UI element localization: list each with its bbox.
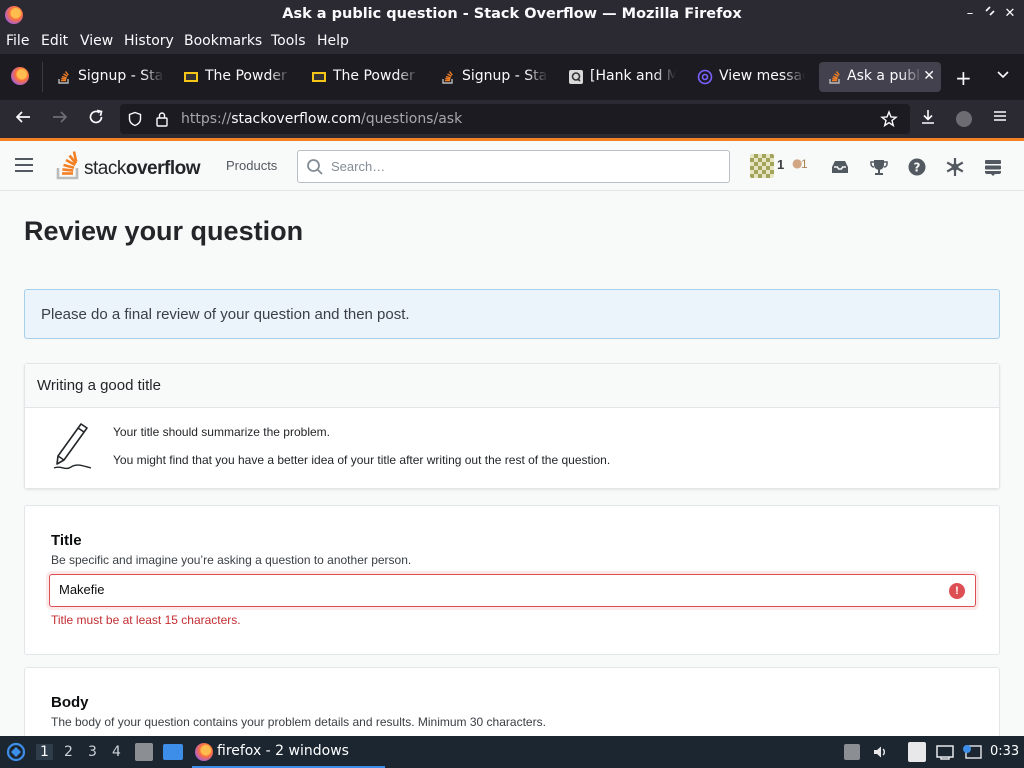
taskbar: 1 2 3 4 firefox - 2 windows 0:33 [0, 736, 1024, 768]
restore-icon[interactable] [981, 5, 999, 23]
stackoverflow-logo-icon [56, 151, 79, 180]
file-manager-icon[interactable] [135, 743, 153, 761]
minimize-icon[interactable]: – [961, 5, 979, 23]
volume-icon[interactable] [872, 744, 888, 760]
network-icon[interactable] [936, 744, 954, 760]
tab-bar: Signup - Stac The Powder T The Powder T … [0, 54, 1024, 100]
title-tip-card: Writing a good title Your title should s… [24, 363, 1000, 489]
firefox-task[interactable]: firefox - 2 windows [192, 736, 385, 768]
tip-header: Writing a good title [25, 364, 999, 408]
pencil-icon [53, 423, 92, 470]
menu-edit[interactable]: Edit [41, 33, 68, 49]
error-alert-icon: ! [949, 583, 965, 599]
desktop-icon[interactable] [163, 744, 183, 760]
shield-icon[interactable] [127, 111, 143, 127]
stackoverflow-icon [58, 71, 69, 84]
search-input[interactable]: Search… [297, 150, 730, 183]
page-content: Review your question Please do a final r… [0, 191, 1024, 736]
clipboard-icon[interactable] [908, 742, 926, 762]
stackoverflow-icon [829, 71, 840, 84]
close-tab-icon[interactable]: ✕ [923, 68, 935, 84]
body-section: Body The body of your question contains … [24, 667, 1000, 736]
reputation-count: 1 [777, 157, 785, 172]
page-title: Review your question [24, 216, 304, 246]
q-icon [569, 70, 583, 84]
title-description: Be specific and imagine you’re asking a … [51, 553, 412, 567]
tab-hank[interactable]: [Hank and M [568, 62, 676, 92]
firefox-view-icon[interactable] [11, 67, 29, 85]
back-icon[interactable] [12, 108, 34, 130]
body-description: The body of your question contains your … [51, 715, 546, 729]
tip-line-2: You might find that you have a better id… [113, 453, 611, 467]
menu-tools[interactable]: Tools [271, 33, 306, 49]
bronze-badge-count: 1 [801, 157, 808, 171]
so-header: stackoverflow Products Search… 1 ● 1 ? [0, 141, 1024, 191]
reload-icon[interactable] [85, 108, 107, 130]
at-icon [697, 69, 713, 85]
notification-icon[interactable] [962, 744, 982, 760]
search-icon [307, 159, 323, 175]
community-icon[interactable] [945, 157, 965, 177]
window-title: Ask a public question - Stack Overflow —… [282, 6, 742, 22]
forward-icon[interactable] [49, 108, 71, 130]
help-icon[interactable]: ? [907, 157, 927, 177]
tab-signup-2[interactable]: Signup - Stac [440, 62, 548, 92]
start-menu-icon[interactable] [6, 742, 26, 762]
tab-powder-1[interactable]: The Powder T [183, 62, 291, 92]
downloads-icon[interactable] [917, 108, 939, 130]
stackoverflow-icon [442, 71, 453, 84]
tab-signup-1[interactable]: Signup - Stac [56, 62, 164, 92]
lock-icon[interactable] [155, 111, 169, 127]
title-section: Title Be specific and imagine you’re ask… [24, 505, 1000, 655]
hamburger-menu-icon[interactable] [15, 158, 33, 172]
title-input-field[interactable] [59, 582, 919, 597]
avatar[interactable] [750, 154, 774, 178]
tip-line-1: Your title should summarize the problem. [113, 425, 330, 439]
achievements-icon[interactable] [869, 157, 889, 177]
list-all-tabs-icon[interactable] [996, 68, 1010, 86]
tip-heading: Writing a good title [37, 377, 161, 394]
menu-bar: File Edit View History Bookmarks Tools H… [0, 30, 1024, 54]
products-link[interactable]: Products [226, 158, 277, 173]
title-label: Title [51, 532, 82, 549]
window-titlebar: Ask a public question - Stack Overflow —… [0, 0, 1024, 30]
film-icon [184, 72, 198, 82]
clock: 0:33 [990, 744, 1020, 759]
title-error-message: Title must be at least 15 characters. [51, 613, 241, 627]
workspace-4[interactable]: 4 [112, 744, 121, 760]
menu-history[interactable]: History [124, 33, 174, 49]
review-notice-text: Please do a final review of your questio… [41, 306, 410, 323]
url-bar[interactable]: https://stackoverflow.com/questions/ask [120, 104, 910, 134]
tab-view-messages[interactable]: View messag [697, 62, 805, 92]
menu-file[interactable]: File [6, 33, 29, 49]
menu-help[interactable]: Help [317, 33, 349, 49]
url-text: https://stackoverflow.com/questions/ask [181, 111, 463, 127]
tab-powder-2[interactable]: The Powder T [311, 62, 419, 92]
new-tab-icon[interactable]: + [955, 66, 972, 90]
updates-icon[interactable] [844, 744, 860, 760]
workspace-2[interactable]: 2 [64, 744, 73, 760]
title-input[interactable]: ! [49, 574, 976, 607]
extension-icon[interactable] [953, 108, 975, 130]
workspace-3[interactable]: 3 [88, 744, 97, 760]
film-icon [312, 72, 326, 82]
site-switcher-icon[interactable] [983, 157, 1003, 177]
tab-divider [42, 62, 43, 92]
firefox-icon [195, 743, 213, 761]
app-menu-icon[interactable] [989, 108, 1011, 130]
svg-text:?: ? [914, 161, 921, 175]
close-window-icon[interactable]: ✕ [1001, 5, 1019, 23]
bookmark-star-icon[interactable] [880, 110, 898, 128]
review-notice: Please do a final review of your questio… [24, 289, 1000, 339]
inbox-icon[interactable] [830, 157, 850, 177]
menu-view[interactable]: View [80, 33, 113, 49]
body-label: Body [51, 694, 89, 711]
menu-bookmarks[interactable]: Bookmarks [184, 33, 262, 49]
tab-ask-question[interactable]: Ask a publ ✕ [819, 62, 941, 92]
workspace-1[interactable]: 1 [36, 744, 53, 760]
logo-text: stackoverflow [84, 158, 200, 179]
navigation-bar: https://stackoverflow.com/questions/ask [0, 100, 1024, 138]
